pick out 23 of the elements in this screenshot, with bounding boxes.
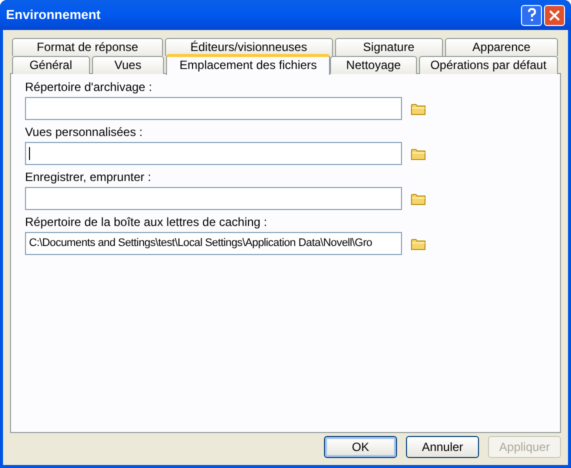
close-icon [549, 10, 560, 20]
input-field[interactable]: C:\Documents and Settings\test\Local Settings\Application Data\Novell\Gro [25, 232, 402, 255]
field-label: Répertoire d'archivage : [25, 80, 154, 94]
close-button[interactable] [544, 4, 565, 26]
tab[interactable]: Apparence [444, 38, 558, 56]
window-title: Environnement [6, 6, 102, 24]
dialog-button[interactable]: OK [324, 436, 397, 458]
field-label: Enregistrer, emprunter : [25, 170, 152, 184]
tab[interactable]: Signature [334, 38, 443, 56]
tab[interactable]: Format de réponse [12, 38, 163, 56]
input-field[interactable] [25, 97, 402, 120]
tab[interactable]: Emplacement des fichiers [166, 54, 330, 75]
input-field[interactable] [25, 187, 402, 210]
tab[interactable]: Général [12, 56, 90, 74]
question-mark-icon [526, 8, 536, 22]
tab[interactable]: Nettoyage [330, 56, 417, 74]
help-button[interactable] [521, 4, 542, 26]
tab[interactable]: Opérations par défaut [418, 56, 558, 74]
input-field[interactable] [25, 142, 402, 165]
dialog-button[interactable]: Annuler [406, 436, 479, 458]
field-label: Répertoire de la boîte aux lettres de caching : [25, 215, 268, 229]
tab[interactable]: Vues [92, 56, 164, 74]
field-label: Vues personnalisées : [25, 125, 144, 139]
